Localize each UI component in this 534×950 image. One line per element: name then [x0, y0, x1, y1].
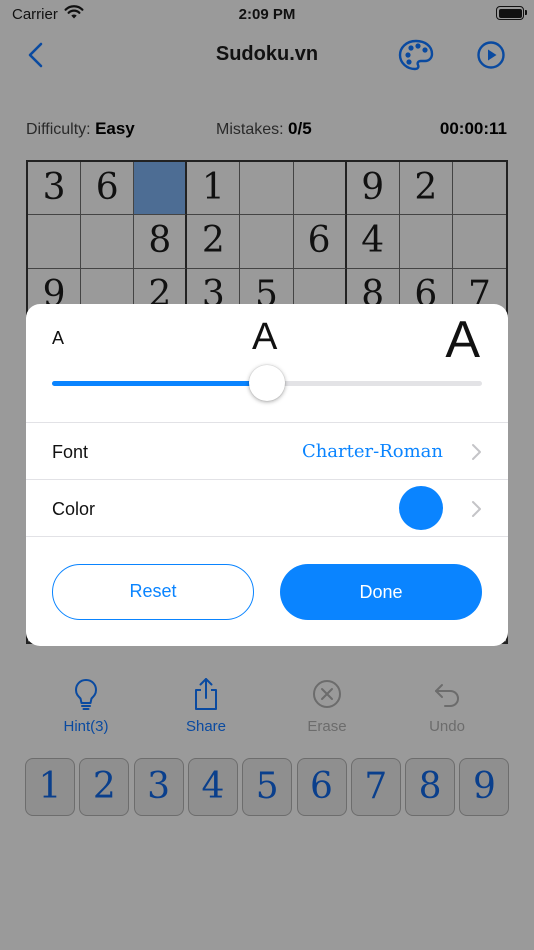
- sudoku-cell[interactable]: [452, 215, 506, 269]
- font-size-small-label: A: [52, 328, 65, 348]
- number-key[interactable]: 3: [133, 758, 184, 816]
- sudoku-cell[interactable]: [240, 215, 294, 269]
- status-time: 2:09 PM: [238, 6, 296, 23]
- sudoku-cell[interactable]: 8: [134, 215, 188, 269]
- sudoku-cell[interactable]: [293, 162, 347, 216]
- font-size-slider-fill: [52, 381, 267, 386]
- text-settings-popup: A A A Font Charter-Roman Color Reset Don…: [26, 304, 508, 646]
- erase-x-circle-icon: [313, 680, 341, 708]
- sudoku-cell[interactable]: [81, 215, 135, 269]
- game-timer: 00:00:11: [439, 119, 507, 138]
- mistakes-label: Mistakes:: [216, 121, 284, 138]
- share-label: Share: [185, 718, 227, 735]
- sudoku-cell[interactable]: 3: [28, 162, 82, 216]
- erase-label: Erase: [307, 718, 347, 735]
- number-key[interactable]: 4: [187, 758, 238, 816]
- share-icon: [195, 678, 217, 710]
- undo-label: Undo: [429, 718, 465, 735]
- status-bar: Carrier 2:09 PM: [0, 0, 534, 30]
- sudoku-cell[interactable]: 9: [346, 162, 400, 216]
- reset-button[interactable]: Reset: [52, 564, 254, 620]
- font-value: Charter-Roman: [301, 441, 443, 462]
- chevron-right-icon: [472, 501, 481, 517]
- undo-button[interactable]: Undo: [402, 676, 492, 735]
- sudoku-cell[interactable]: [399, 215, 453, 269]
- difficulty-label: Difficulty:: [26, 121, 91, 138]
- lightbulb-icon: [75, 679, 97, 710]
- divider: [26, 536, 508, 537]
- number-key[interactable]: 8: [405, 758, 456, 816]
- sudoku-cell[interactable]: 6: [81, 162, 135, 216]
- mistakes-value: 0/5: [288, 119, 312, 138]
- color-label: Color: [52, 499, 96, 519]
- undo-arrow-icon: [435, 684, 460, 707]
- hint-label: Hint(3): [63, 718, 109, 735]
- number-pad: 123456789: [25, 758, 510, 816]
- play-circle-icon[interactable]: [476, 40, 506, 70]
- hint-button[interactable]: Hint(3): [41, 676, 131, 735]
- font-size-medium-label: A: [252, 316, 278, 358]
- color-swatch: [399, 486, 443, 530]
- sudoku-cell[interactable]: 4: [346, 215, 400, 269]
- sudoku-cell[interactable]: [452, 162, 506, 216]
- difficulty-value: Easy: [95, 119, 135, 138]
- number-key[interactable]: 5: [242, 758, 293, 816]
- number-key[interactable]: 2: [79, 758, 130, 816]
- sudoku-cell[interactable]: [28, 215, 82, 269]
- font-label: Font: [52, 442, 89, 462]
- sudoku-cell[interactable]: 6: [293, 215, 347, 269]
- font-size-slider[interactable]: [52, 365, 482, 401]
- font-size-slider-thumb[interactable]: [249, 365, 285, 401]
- sudoku-cell[interactable]: [240, 162, 294, 216]
- mistakes-info: Mistakes: 0/5: [216, 119, 312, 139]
- number-key[interactable]: 9: [459, 758, 510, 816]
- number-key[interactable]: 6: [296, 758, 347, 816]
- sudoku-cell[interactable]: 2: [187, 215, 241, 269]
- difficulty-info: Difficulty: Easy: [26, 119, 135, 139]
- battery-icon: [496, 6, 527, 20]
- done-button[interactable]: Done: [280, 564, 482, 620]
- share-button[interactable]: Share: [161, 676, 251, 735]
- palette-icon[interactable]: [398, 38, 434, 72]
- erase-button[interactable]: Erase: [282, 676, 372, 735]
- divider: [26, 479, 508, 480]
- divider: [26, 422, 508, 423]
- sudoku-cell[interactable]: [134, 162, 188, 216]
- number-key[interactable]: 1: [25, 758, 75, 816]
- number-key[interactable]: 7: [350, 758, 401, 816]
- font-size-large-label: A: [445, 311, 480, 369]
- sudoku-cell[interactable]: 2: [399, 162, 453, 216]
- sudoku-cell[interactable]: 1: [187, 162, 241, 216]
- chevron-right-icon: [472, 444, 481, 460]
- page-title: Sudoku.vn: [215, 43, 319, 65]
